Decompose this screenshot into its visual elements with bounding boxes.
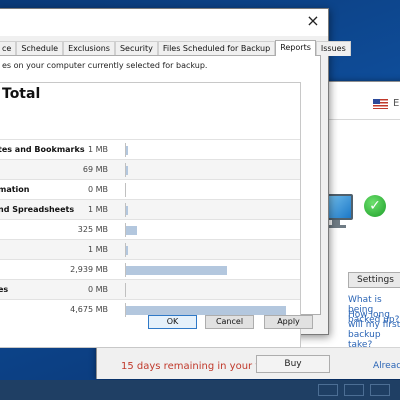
- trial-remaining-text: 15 days remaining in your trial.: [121, 361, 279, 372]
- tab-strip: ce Schedule Exclusions Security Files Sc…: [0, 40, 351, 56]
- reports-panel: es on your computer currently selected f…: [0, 55, 321, 348]
- report-row: mation 0 MB: [0, 179, 300, 199]
- tab-files-scheduled[interactable]: Files Scheduled for Backup: [157, 41, 276, 56]
- row-size: 0 MB: [87, 285, 108, 294]
- already-purchased-link[interactable]: Already: [373, 361, 400, 371]
- cancel-button[interactable]: Cancel: [205, 315, 254, 329]
- row-label: es: [0, 285, 9, 294]
- close-icon[interactable]: ×: [306, 13, 320, 29]
- report-title: Total: [2, 86, 41, 102]
- apply-button[interactable]: Apply: [264, 315, 313, 329]
- row-size: 4,675 MB: [70, 305, 108, 314]
- buy-button[interactable]: Buy: [256, 355, 330, 373]
- report-row: 69 MB: [0, 159, 300, 179]
- report-row: 2,939 MB: [0, 259, 300, 279]
- how-long-link[interactable]: How long will my first backup take?: [348, 310, 400, 350]
- tab-schedule[interactable]: Schedule: [16, 41, 64, 56]
- language-selector[interactable]: En: [373, 98, 400, 109]
- taskbar-item[interactable]: [344, 384, 364, 396]
- row-bar: [126, 146, 128, 155]
- row-size: 0 MB: [87, 185, 108, 194]
- ok-button[interactable]: OK: [148, 315, 197, 329]
- tab-source[interactable]: ce: [0, 41, 17, 56]
- tab-security[interactable]: Security: [114, 41, 158, 56]
- trial-footer: 15 days remaining in your trial. Buy Alr…: [97, 347, 400, 379]
- row-bar: [126, 206, 128, 215]
- success-check-icon: ✓: [364, 195, 386, 217]
- taskbar: [0, 380, 400, 400]
- row-size: 1 MB: [87, 145, 108, 154]
- us-flag-icon: [373, 98, 388, 109]
- report-row: 325 MB: [0, 219, 300, 239]
- reports-description: es on your computer currently selected f…: [2, 61, 208, 70]
- settings-dialog: × ce Schedule Exclusions Security Files …: [0, 8, 351, 348]
- row-size: 69 MB: [82, 165, 108, 174]
- report-row: 1 MB: [0, 239, 300, 259]
- report-row: es 0 MB: [0, 279, 300, 299]
- row-size: 325 MB: [77, 225, 108, 234]
- row-size: 2,939 MB: [70, 265, 108, 274]
- row-size: 1 MB: [87, 245, 108, 254]
- tab-reports[interactable]: Reports: [275, 40, 316, 56]
- taskbar-item[interactable]: [318, 384, 338, 396]
- report-row: tes and Bookmarks 1 MB: [0, 139, 300, 159]
- row-bar: [126, 246, 128, 255]
- row-bar: [126, 266, 227, 275]
- report-list: Total tes and Bookmarks 1 MB 69 MB matio…: [0, 82, 301, 348]
- taskbar-item[interactable]: [370, 384, 390, 396]
- tab-exclusions[interactable]: Exclusions: [63, 41, 115, 56]
- row-bar: [126, 166, 129, 175]
- language-label: En: [393, 98, 400, 109]
- tab-issues[interactable]: Issues: [315, 41, 351, 56]
- row-size: 1 MB: [87, 205, 108, 214]
- row-label: mation: [0, 185, 30, 194]
- settings-button[interactable]: Settings: [348, 272, 400, 288]
- row-bar: [126, 306, 286, 315]
- row-bar: [126, 226, 138, 235]
- report-row: nd Spreadsheets 1 MB: [0, 199, 300, 219]
- dialog-titlebar: ×: [0, 9, 328, 36]
